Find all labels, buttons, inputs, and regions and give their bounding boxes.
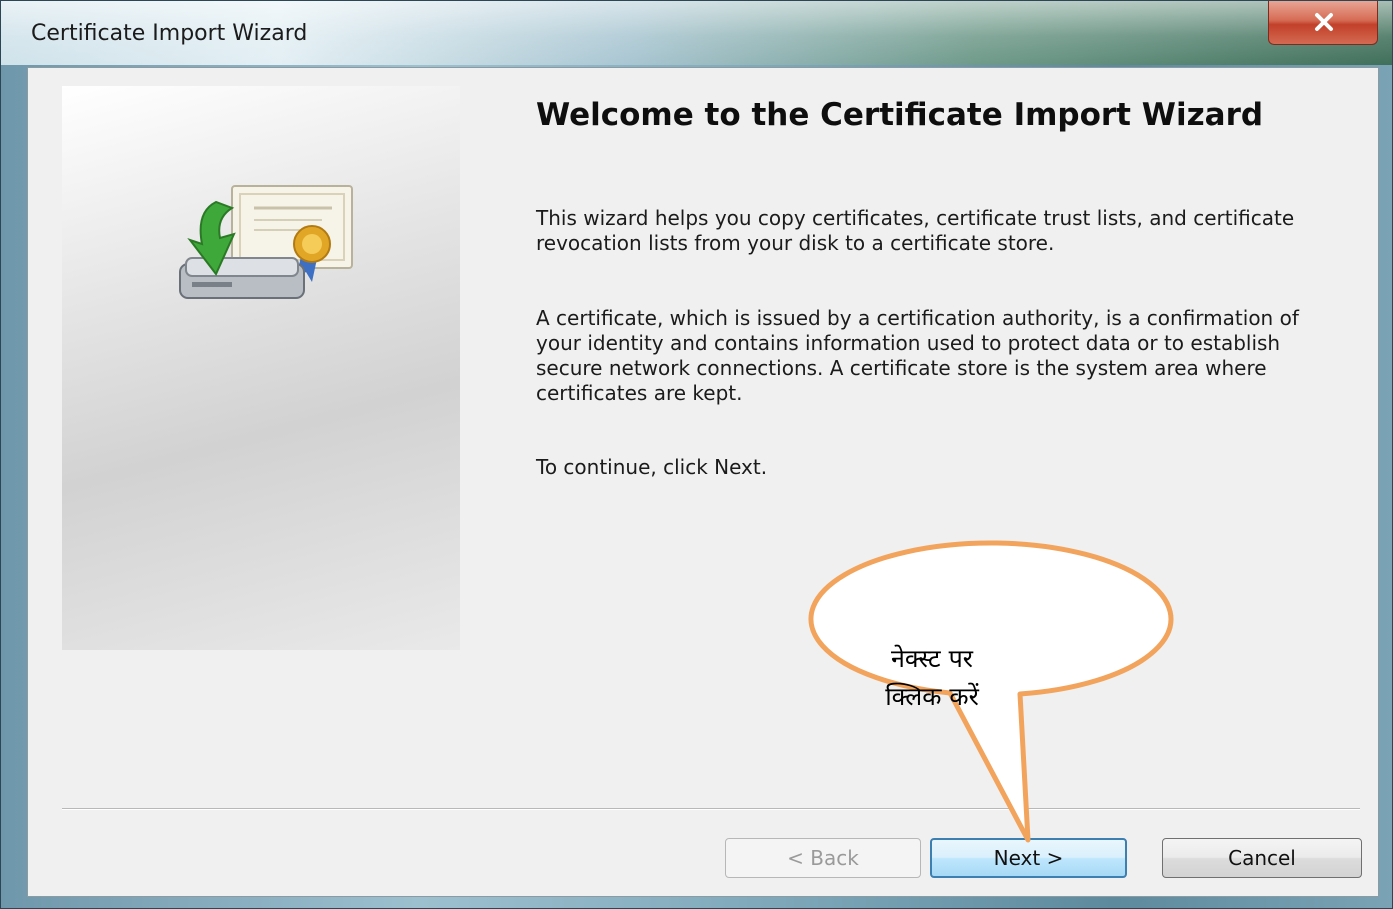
- title-bar[interactable]: Certificate Import Wizard: [1, 1, 1392, 65]
- next-button[interactable]: Next >: [930, 838, 1127, 878]
- button-separator: [62, 808, 1360, 810]
- wizard-side-panel: [62, 86, 460, 650]
- back-button[interactable]: < Back: [725, 838, 921, 878]
- certificate-description-paragraph: A certificate, which is issued by a cert…: [536, 306, 1299, 405]
- callout-line-1: नेक्स्ट पर: [890, 644, 974, 673]
- certificate-import-icon: [179, 185, 353, 299]
- intro-paragraph: This wizard helps you copy certificates,…: [536, 206, 1295, 255]
- dialog-window: Certificate Import Wizard Welcome to the…: [0, 0, 1393, 909]
- window-title: Certificate Import Wizard: [31, 21, 308, 46]
- close-icon: [1315, 13, 1333, 31]
- continue-instruction: To continue, click Next.: [536, 455, 768, 479]
- callout-text: नेक्स्ट पर क्लिक करें: [842, 640, 1022, 716]
- callout-line-2: क्लिक करें: [885, 682, 979, 711]
- wizard-client-area: Welcome to the Certificate Import Wizard…: [27, 67, 1379, 897]
- wizard-heading: Welcome to the Certificate Import Wizard: [536, 97, 1264, 133]
- close-button[interactable]: [1268, 1, 1378, 45]
- cancel-button[interactable]: Cancel: [1162, 838, 1362, 878]
